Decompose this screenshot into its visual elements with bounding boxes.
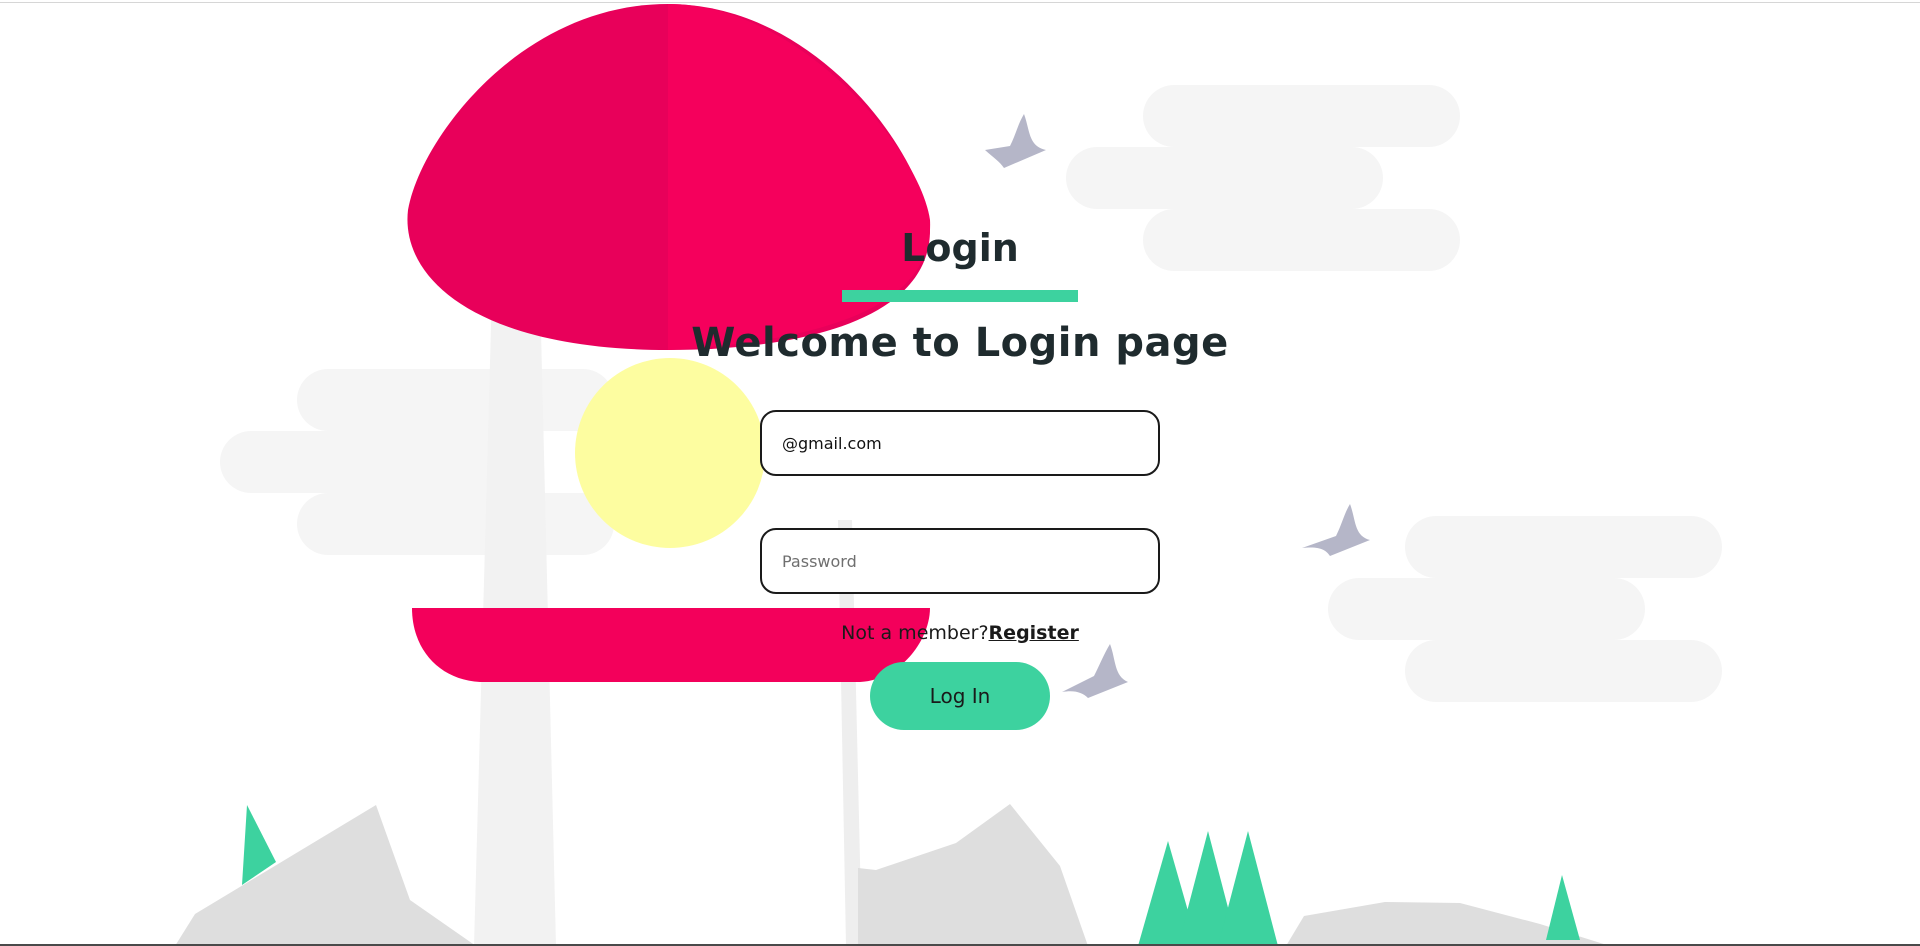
not-member-text: Not a member?	[841, 622, 989, 644]
password-field[interactable]	[760, 528, 1160, 594]
welcome-heading: Welcome to Login page	[691, 320, 1229, 366]
page-title: Login	[901, 226, 1019, 270]
login-page: Login Welcome to Login page Not a member…	[0, 0, 1920, 946]
title-underline	[842, 290, 1078, 302]
rocks	[175, 804, 1610, 946]
register-prompt: Not a member?Register	[660, 622, 1260, 644]
login-form: Login Welcome to Login page Not a member…	[660, 220, 1260, 740]
cloud-right-bottom	[1328, 516, 1722, 702]
email-field[interactable]	[760, 410, 1160, 476]
login-button[interactable]: Log In	[870, 662, 1050, 730]
register-link[interactable]: Register	[989, 622, 1079, 644]
cloud-left	[220, 369, 614, 555]
